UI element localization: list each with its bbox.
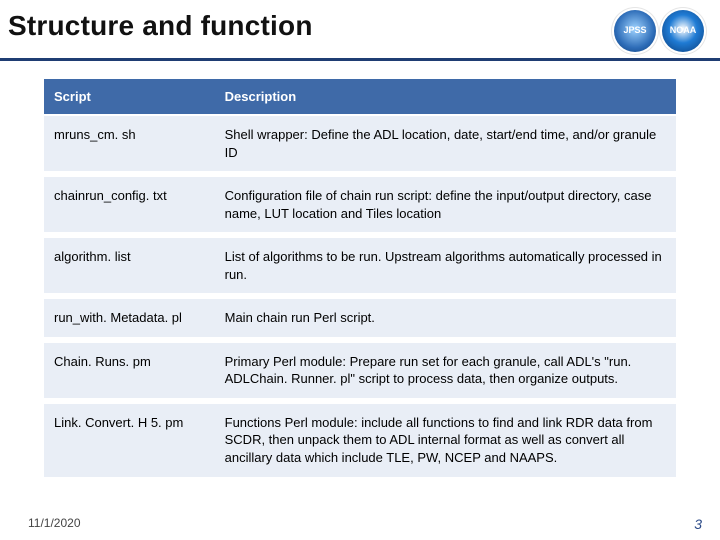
jpss-logo-label: JPSS	[623, 26, 646, 36]
table-row: Chain. Runs. pm Primary Perl module: Pre…	[44, 340, 676, 401]
slide-title: Structure and function	[8, 10, 313, 42]
script-name: Link. Convert. H 5. pm	[44, 401, 215, 480]
slide: Structure and function JPSS NOAA Script …	[0, 0, 720, 540]
table-row: mruns_cm. sh Shell wrapper: Define the A…	[44, 115, 676, 174]
table-header-row: Script Description	[44, 79, 676, 115]
script-name: Chain. Runs. pm	[44, 340, 215, 401]
script-desc: Shell wrapper: Define the ADL location, …	[215, 115, 676, 174]
footer-date: 11/1/2020	[28, 516, 81, 532]
script-desc: List of algorithms to be run. Upstream a…	[215, 235, 676, 296]
script-desc: Primary Perl module: Prepare run set for…	[215, 340, 676, 401]
page-number: 3	[694, 516, 702, 532]
table-row: Link. Convert. H 5. pm Functions Perl mo…	[44, 401, 676, 480]
script-name: mruns_cm. sh	[44, 115, 215, 174]
title-underline	[0, 58, 720, 61]
table-row: algorithm. list List of algorithms to be…	[44, 235, 676, 296]
script-desc: Configuration file of chain run script: …	[215, 174, 676, 235]
col-header-description: Description	[215, 79, 676, 115]
header: Structure and function JPSS NOAA	[0, 0, 720, 52]
logo-group: JPSS NOAA	[614, 10, 704, 52]
col-header-script: Script	[44, 79, 215, 115]
table-row: run_with. Metadata. pl Main chain run Pe…	[44, 296, 676, 340]
noaa-logo-label: NOAA	[670, 26, 697, 36]
script-desc: Main chain run Perl script.	[215, 296, 676, 340]
scripts-table: Script Description mruns_cm. sh Shell wr…	[44, 79, 676, 483]
script-name: algorithm. list	[44, 235, 215, 296]
jpss-logo-icon: JPSS	[614, 10, 656, 52]
content-area: Script Description mruns_cm. sh Shell wr…	[0, 79, 720, 510]
script-name: run_with. Metadata. pl	[44, 296, 215, 340]
footer: 11/1/2020 3	[0, 510, 720, 540]
script-desc: Functions Perl module: include all funct…	[215, 401, 676, 480]
script-name: chainrun_config. txt	[44, 174, 215, 235]
table-row: chainrun_config. txt Configuration file …	[44, 174, 676, 235]
noaa-logo-icon: NOAA	[662, 10, 704, 52]
